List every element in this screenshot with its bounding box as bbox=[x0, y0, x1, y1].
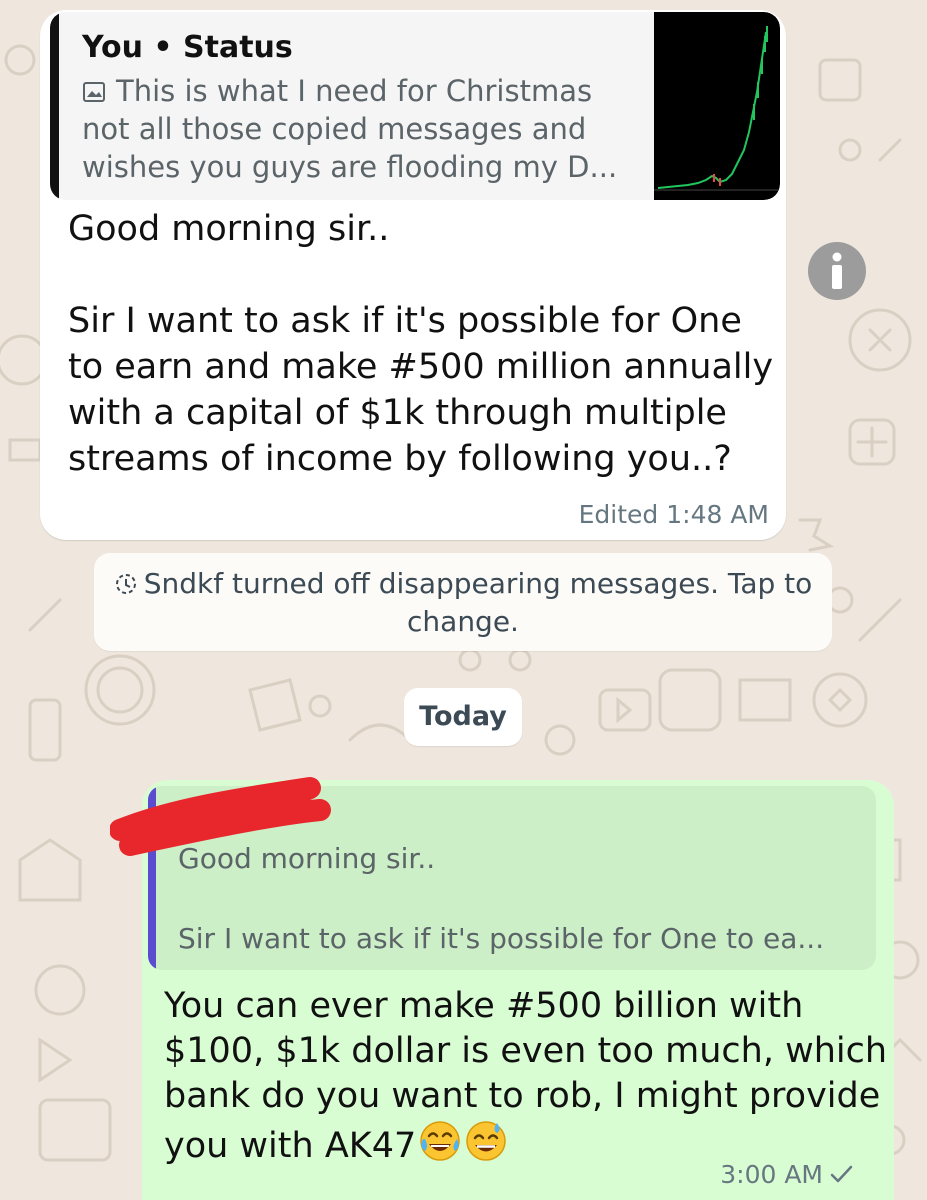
status-thumbnail-chart-image bbox=[654, 26, 780, 191]
status-thumbnail[interactable] bbox=[654, 12, 780, 200]
info-button[interactable] bbox=[808, 242, 866, 300]
message-time: 3:00 AM bbox=[720, 1160, 823, 1189]
redaction-scribble bbox=[110, 777, 331, 856]
status-quote-title: You • Status bbox=[82, 30, 293, 65]
image-icon bbox=[83, 82, 105, 102]
info-icon bbox=[832, 252, 842, 289]
system-message-line: change. bbox=[407, 605, 519, 638]
message-line: you with AK47 bbox=[164, 1126, 417, 1166]
outgoing-message-text: You can ever make #500 billion with $100… bbox=[164, 984, 888, 1169]
disappearing-messages-notice[interactable]: Sndkf turned off disappearing messages. … bbox=[94, 553, 832, 651]
tears-of-joy-emoji bbox=[420, 1121, 460, 1161]
outgoing-message-meta: 3:00 AM bbox=[720, 1160, 853, 1189]
message-line: $100, $1k dollar is even too much, which bbox=[164, 1031, 888, 1071]
quoted-line: Sir I want to ask if it's possible for O… bbox=[178, 922, 825, 955]
message-line: Good morning sir.. bbox=[68, 209, 390, 249]
message-line: bank do you want to rob, I might provide bbox=[164, 1076, 881, 1116]
incoming-message-meta: Edited 1:48 AM bbox=[578, 500, 769, 529]
incoming-message-text: Good morning sir.. Sir I want to ask if … bbox=[68, 206, 774, 482]
quote-accent-bar bbox=[50, 12, 59, 200]
message-line: with a capital of $1k through multiple bbox=[68, 393, 727, 433]
status-caption-line: This is what I need for Christmas bbox=[116, 74, 593, 108]
check-icon bbox=[830, 1165, 853, 1183]
system-message-line: Sndkf turned off disappearing messages. … bbox=[143, 567, 813, 600]
status-caption-line: not all those copied messages and bbox=[82, 112, 587, 146]
message-line: Sir I want to ask if it's possible for O… bbox=[68, 301, 742, 341]
date-separator: Today bbox=[404, 688, 522, 746]
status-reply-quote[interactable]: You • Status This is what I need for Chr… bbox=[50, 12, 780, 200]
sweat-smile-emoji bbox=[466, 1121, 506, 1161]
status-caption-line: wishes you guys are flooding my D... bbox=[82, 150, 618, 184]
message-line: streams of income by following you..? bbox=[68, 439, 732, 479]
message-line: to earn and make #500 million annually bbox=[68, 347, 774, 387]
timer-icon bbox=[115, 574, 136, 594]
message-line: You can ever make #500 billion with bbox=[164, 986, 804, 1026]
